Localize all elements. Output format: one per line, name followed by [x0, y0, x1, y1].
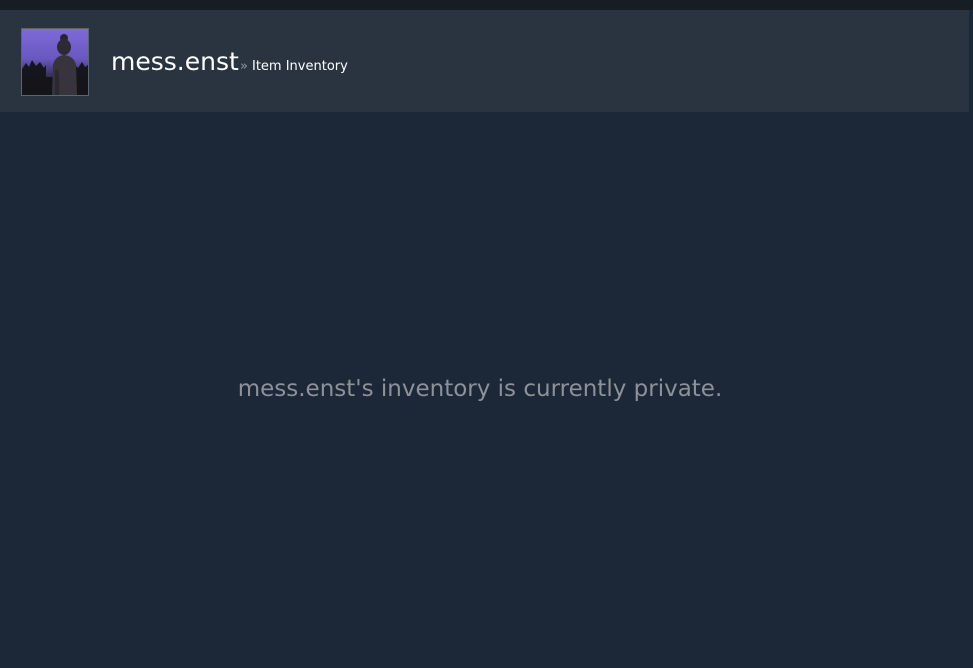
breadcrumb-separator: » [240, 59, 248, 74]
persona-name[interactable]: mess.enst [111, 46, 239, 78]
breadcrumb-page: Item Inventory [252, 59, 348, 74]
top-strip [0, 0, 973, 10]
private-inventory-message: mess.enst's inventory is currently priva… [237, 376, 723, 402]
avatar[interactable] [21, 28, 89, 96]
header-edge [969, 10, 973, 112]
avatar-image [22, 29, 88, 95]
